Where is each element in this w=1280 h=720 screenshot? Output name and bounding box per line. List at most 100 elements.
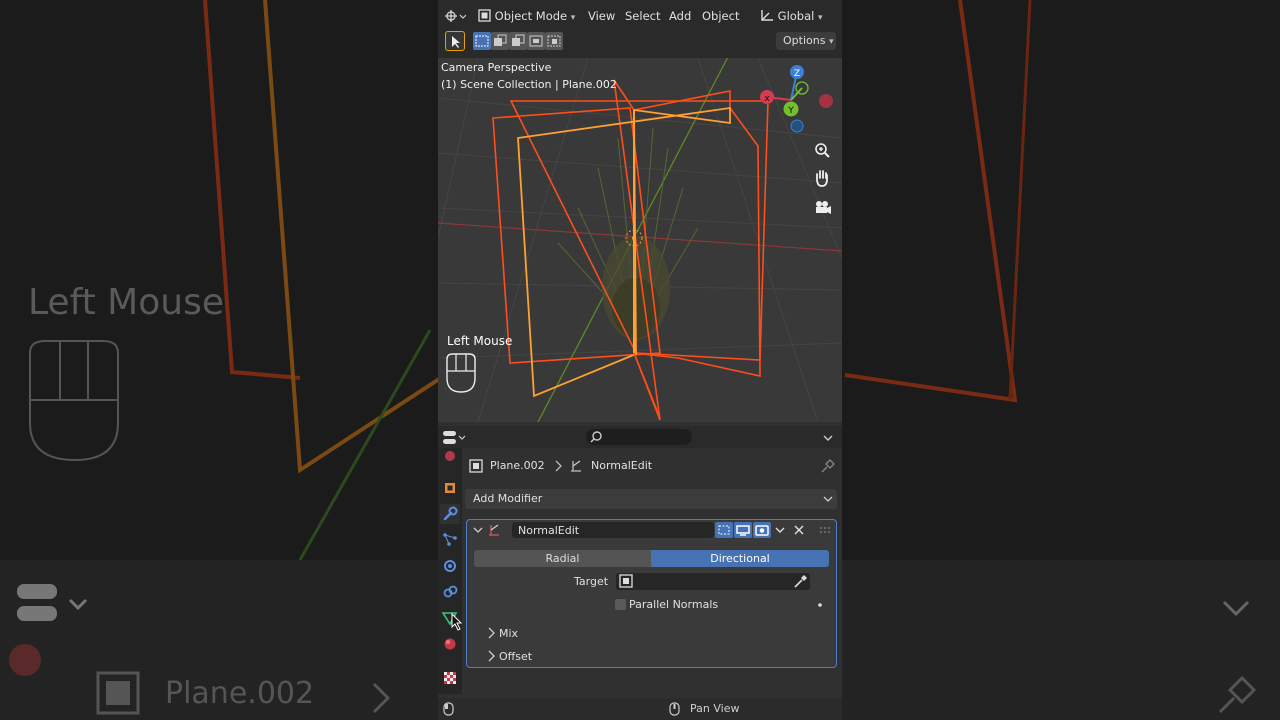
tab-particles[interactable]	[440, 530, 460, 550]
add-modifier-dropdown[interactable]: Add Modifier	[465, 489, 837, 509]
object-mode-icon	[478, 9, 491, 22]
viewport-header: Object Mode ▾ View Select Add Object Glo…	[438, 0, 842, 58]
background-dropdown-icon	[1222, 600, 1250, 617]
status-bar: Pan View	[438, 698, 842, 720]
background-object-icon	[96, 671, 140, 715]
tab-modifiers[interactable]	[440, 504, 460, 524]
modifier-name: NormalEdit	[518, 524, 580, 537]
zoom-icon[interactable]	[811, 139, 833, 161]
realtime-display-icon[interactable]	[734, 522, 752, 538]
options-dropdown[interactable]: Options ▾	[776, 32, 836, 50]
background-object-name: Plane.002	[165, 676, 315, 711]
drag-handle-icon[interactable]	[819, 526, 831, 534]
select-tool-icon[interactable]	[445, 31, 465, 51]
mode-directional-button[interactable]: Directional	[651, 550, 829, 567]
properties-tabs	[438, 448, 462, 694]
chevron-right-icon[interactable]	[487, 650, 497, 662]
editor-type-icon[interactable]	[444, 8, 468, 26]
edit-mode-toggle-icon[interactable]	[715, 522, 733, 538]
normal-edit-icon	[571, 460, 581, 472]
normal-edit-modifier-panel	[466, 519, 837, 668]
chevron-right-icon[interactable]	[487, 627, 497, 639]
close-icon[interactable]	[793, 524, 805, 536]
navigation-gizmo[interactable]: Z x Y	[754, 62, 842, 134]
object-icon	[445, 483, 455, 493]
world-icon	[445, 451, 455, 461]
background-mouse-icon	[29, 340, 119, 462]
object-icon	[619, 574, 633, 588]
background-chevron-icon	[372, 682, 391, 714]
blender-window: Object Mode ▾ View Select Add Object Glo…	[438, 0, 842, 720]
mouse-icon	[446, 353, 476, 393]
chevron-down-icon: ▾	[828, 37, 834, 47]
wrench-icon	[443, 506, 458, 521]
mouse-left-icon	[443, 702, 454, 716]
mode-label: Object Mode	[494, 9, 568, 23]
tab-physics[interactable]	[440, 556, 460, 576]
tab-constraints[interactable]	[440, 582, 460, 602]
transform-orientation-dropdown[interactable]: Global ▾	[760, 9, 823, 23]
properties-search-input[interactable]	[586, 429, 692, 445]
menu-object[interactable]: Object	[702, 9, 739, 23]
status-hint: Pan View	[690, 702, 740, 715]
select-invert-icon[interactable]	[527, 32, 545, 50]
chevron-down-icon: ▾	[570, 13, 576, 23]
select-new-icon[interactable]	[473, 32, 491, 50]
modifier-name-field[interactable]: NormalEdit	[512, 522, 714, 538]
object-icon	[469, 459, 483, 473]
search-icon	[590, 431, 602, 443]
background-left-mouse-label: Left Mouse	[28, 282, 224, 323]
mouse-middle-icon	[669, 702, 680, 716]
background-scene-icon	[9, 644, 41, 676]
chevron-down-icon[interactable]	[821, 431, 835, 445]
chevron-down-icon: ▾	[818, 13, 823, 23]
breadcrumb-modifier: NormalEdit	[591, 459, 653, 472]
constraints-icon	[443, 585, 458, 598]
eyedropper-icon[interactable]	[792, 574, 808, 590]
render-camera-icon[interactable]	[753, 522, 771, 538]
parallel-normals-label: Parallel Normals	[629, 598, 719, 611]
menu-view[interactable]: View	[588, 9, 615, 23]
pin-icon[interactable]	[820, 458, 836, 474]
gizmo-z-label: Z	[794, 69, 800, 79]
parallel-normals-checkbox[interactable]	[615, 599, 626, 610]
camera-icon[interactable]	[811, 196, 833, 218]
collection-label: (1) Scene Collection | Plane.002	[441, 78, 617, 91]
mode-dropdown[interactable]: Object Mode ▾	[478, 9, 575, 23]
tab-texture[interactable]	[440, 668, 460, 688]
collapse-chevron-icon[interactable]	[472, 524, 484, 536]
tab-world[interactable]	[440, 446, 460, 466]
menu-add[interactable]: Add	[669, 9, 691, 23]
background-pin-icon	[1218, 675, 1257, 714]
mix-section[interactable]: Mix	[499, 627, 518, 640]
select-intersect-icon[interactable]	[545, 32, 563, 50]
add-modifier-label: Add Modifier	[473, 492, 543, 505]
orientation-icon	[761, 10, 773, 21]
select-extend-icon[interactable]	[491, 32, 509, 50]
keyframe-dot-icon[interactable]	[817, 602, 823, 608]
3d-viewport[interactable]: Camera Perspective (1) Scene Collection …	[438, 58, 842, 422]
options-label: Options	[783, 34, 826, 47]
tab-object[interactable]	[440, 478, 460, 498]
input-overlay-label: Left Mouse	[447, 334, 513, 348]
breadcrumb-chevron-icon	[555, 460, 562, 472]
texture-icon	[444, 672, 456, 684]
mode-radial-button[interactable]: Radial	[474, 550, 651, 567]
material-icon	[444, 638, 456, 650]
physics-icon	[444, 560, 456, 572]
target-label: Target	[574, 575, 609, 588]
select-subtract-icon[interactable]	[509, 32, 527, 50]
pan-hand-icon[interactable]	[811, 167, 833, 189]
chevron-down-icon	[823, 496, 833, 502]
cursor-arrow-icon	[452, 36, 460, 48]
background-editor-type-icon	[17, 584, 88, 621]
target-object-field[interactable]	[616, 573, 810, 590]
orientation-label: Global	[777, 9, 815, 23]
menu-select[interactable]: Select	[625, 9, 660, 23]
tab-material[interactable]	[440, 634, 460, 654]
camera-perspective-label: Camera Perspective	[441, 61, 552, 74]
modifier-menu-chevron-icon[interactable]	[774, 524, 786, 536]
gizmo-y-label: Y	[787, 106, 794, 116]
offset-section[interactable]: Offset	[499, 650, 532, 663]
properties-editor-type-icon[interactable]	[442, 429, 468, 447]
